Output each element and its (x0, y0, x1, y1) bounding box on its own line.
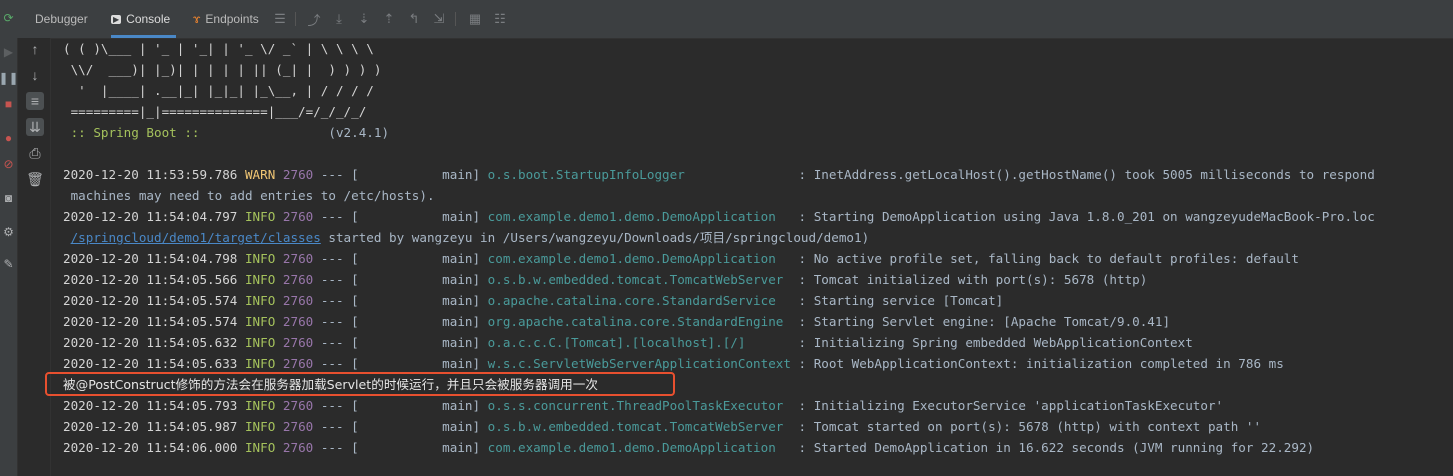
scroll-to-end-icon[interactable]: ⇊ (26, 118, 44, 136)
tab-endpoints-label: Endpoints (205, 12, 259, 26)
tab-console[interactable]: ▶ Console (111, 0, 177, 38)
step-out-icon[interactable]: ⇡ (381, 11, 397, 27)
drop-frame-icon[interactable]: ↰ (406, 11, 422, 27)
tab-debugger-label: Debugger (35, 12, 88, 26)
banner-line: =========|_|==============|___/=/_/_/_/ (63, 104, 367, 119)
console-icon: ▶ (111, 14, 122, 24)
log-line: 2020-12-20 11:54:05.632 INFO 2760 --- [ … (63, 335, 1193, 350)
print-icon[interactable]: ⎙ (26, 144, 44, 162)
step-over-icon[interactable]: ⤓ (331, 11, 347, 27)
log-line: 2020-12-20 11:54:05.574 INFO 2760 --- [ … (63, 314, 1171, 329)
toolbar-separator (295, 12, 296, 26)
soft-wrap-icon[interactable]: ≡ (26, 92, 44, 110)
log-line: 2020-12-20 11:53:59.786 WARN 2760 --- [ … (63, 167, 1375, 182)
log-continuation: machines may need to add entries to /etc… (63, 188, 435, 203)
toolbar-separator (455, 12, 456, 26)
mute-breakpoints-icon[interactable]: ⊘ (0, 156, 17, 172)
evaluate-expression-icon[interactable]: ▦ (467, 11, 483, 27)
show-execution-point-icon[interactable]: ⤴ (306, 11, 322, 28)
endpoints-icon: ɤ (193, 12, 201, 26)
console-side-toolbar: ↑ ↓ ≡ ⇊ ⎙ 🗑 (18, 38, 51, 476)
pin-icon[interactable]: ✎ (0, 256, 17, 272)
spring-boot-version: (v2.4.1) (328, 125, 390, 140)
log-line: 2020-12-20 11:54:04.797 INFO 2760 --- [ … (63, 209, 1375, 224)
down-arrow-icon[interactable]: ↓ (26, 66, 44, 84)
spring-boot-label: :: Spring Boot :: (63, 125, 200, 140)
log-line: 2020-12-20 11:54:05.987 INFO 2760 --- [ … (63, 419, 1262, 434)
log-line: 2020-12-20 11:54:05.793 INFO 2760 --- [ … (63, 398, 1224, 413)
camera-icon[interactable]: ◙ (0, 190, 17, 206)
log-line: 2020-12-20 11:54:05.574 INFO 2760 --- [ … (63, 293, 1004, 308)
log-line: 2020-12-20 11:54:05.633 INFO 2760 --- [ … (63, 356, 1284, 371)
banner-line: ' |____| .__|_| |_|_| |_\__, | / / / / (63, 83, 374, 98)
highlight-annotation-box (45, 372, 675, 396)
spring-boot-line: :: Spring Boot :: (v2.4.1) (63, 122, 389, 143)
trash-icon[interactable]: 🗑 (26, 170, 44, 188)
run-to-cursor-icon[interactable]: ⇲ (431, 11, 447, 27)
pause-icon[interactable]: ❚❚ (0, 70, 19, 86)
log-continuation: /springcloud/demo1/target/classes starte… (70, 230, 870, 245)
classpath-link[interactable]: /springcloud/demo1/target/classes (71, 230, 321, 245)
tool-window-tabbar: Debugger ▶ Console ɤ Endpoints ☰ ⤴ ⤓ ⇣ ⇡… (17, 0, 1453, 39)
up-arrow-icon[interactable]: ↑ (26, 40, 44, 58)
left-tool-strip: ⟳ ▶ ❚❚ ■ ● ⊘ ◙ ⚙ ✎ (0, 0, 19, 476)
resume-icon[interactable]: ▶ (0, 44, 17, 60)
stop-icon[interactable]: ■ (0, 96, 17, 112)
trace-icon[interactable]: ☷ (492, 11, 508, 27)
console-output[interactable]: ( ( )\___ | '_ | '_| | '_ \/ _` | \ \ \ … (63, 38, 1453, 476)
tab-debugger[interactable]: Debugger (35, 0, 88, 38)
log-line: 2020-12-20 11:54:05.566 INFO 2760 --- [ … (63, 272, 1148, 287)
banner-line: ( ( )\___ | '_ | '_| | '_ \/ _` | \ \ \ … (63, 41, 374, 56)
settings-icon[interactable]: ⚙ (0, 224, 17, 240)
step-into-icon[interactable]: ⇣ (356, 11, 372, 27)
tab-endpoints[interactable]: ɤ Endpoints (193, 0, 259, 38)
banner-line: \\/ ___)| |_)| | | | | || (_| | ) ) ) ) (63, 62, 382, 77)
rerun-icon[interactable]: ⟳ (0, 10, 17, 26)
log-line: 2020-12-20 11:54:06.000 INFO 2760 --- [ … (63, 440, 1315, 455)
log-line: 2020-12-20 11:54:04.798 INFO 2760 --- [ … (63, 251, 1299, 266)
tab-console-label: Console (126, 12, 171, 26)
layout-menu-icon[interactable]: ☰ (272, 11, 288, 27)
view-breakpoints-icon[interactable]: ● (0, 130, 17, 146)
